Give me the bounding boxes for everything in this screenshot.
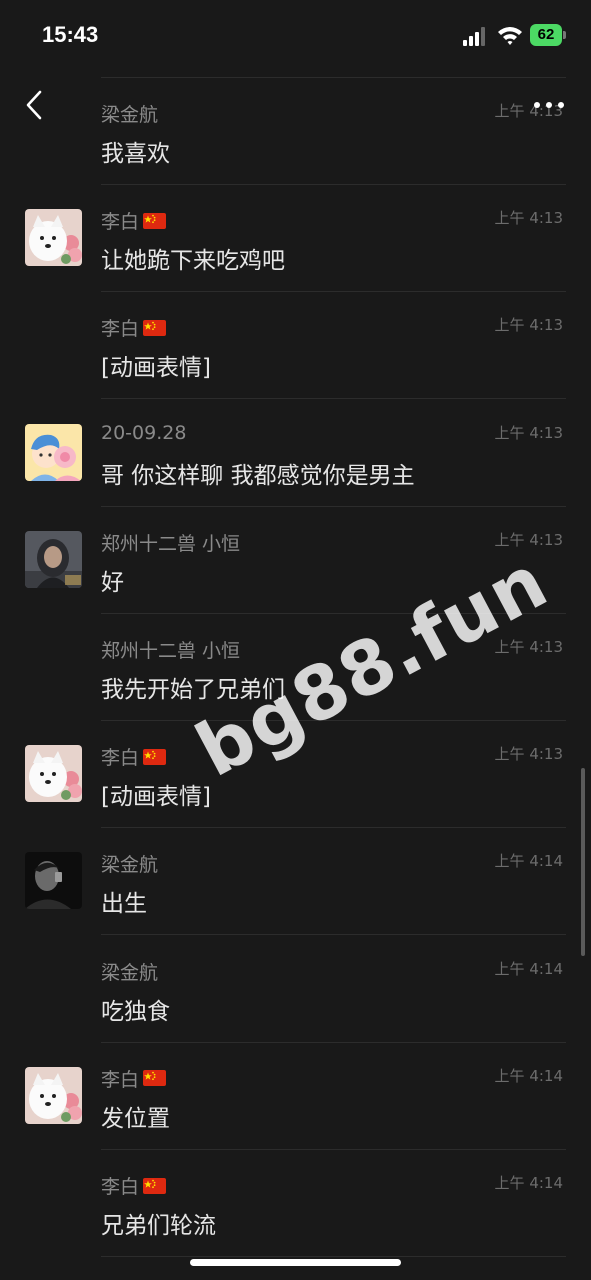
sender-label: 梁金航 <box>101 854 159 877</box>
sender-label: 李白 <box>101 747 140 770</box>
sender-label: 郑州十二兽 小恒 <box>101 640 241 662</box>
message-text[interactable]: 哥 你这样聊 我都感觉你是男主 <box>101 456 415 490</box>
message-text[interactable]: [动画表情] <box>101 348 211 382</box>
message-row[interactable]: 20-09.28 上午 4:13 哥 你这样聊 我都感觉你是男主 <box>0 400 591 507</box>
avatar[interactable] <box>25 530 82 588</box>
home-indicator[interactable] <box>190 1259 401 1266</box>
sender-label: 梁金航 <box>101 104 159 126</box>
message-text[interactable]: 好 <box>101 563 124 597</box>
china-flag-icon <box>143 1070 167 1087</box>
message-row[interactable]: 李白 上午 4:13 [动画表情] <box>0 292 591 400</box>
message-row[interactable]: 梁金航 上午 4:14 出生 <box>0 828 591 936</box>
china-flag-icon <box>143 212 167 229</box>
message-text[interactable]: 我喜欢 <box>101 134 170 168</box>
sender-label: 李白 <box>101 1176 140 1198</box>
sender-name: 梁金航 <box>101 850 158 877</box>
message-time: 上午 4:14 <box>494 959 563 978</box>
avatar[interactable] <box>25 745 82 803</box>
message-row[interactable]: 李白 上午 4:14 兄弟们轮流 <box>0 1150 591 1257</box>
message-time: 上午 4:13 <box>494 745 563 764</box>
sender-label: 李白 <box>101 318 140 341</box>
china-flag-icon <box>143 319 167 336</box>
message-text[interactable]: 兄弟们轮流 <box>101 1206 216 1240</box>
message-row[interactable]: 李白 上午 4:13 让她跪下来吃鸡吧 <box>0 185 591 293</box>
sender-name: 梁金航 <box>101 958 158 985</box>
avatar[interactable] <box>25 209 82 267</box>
message-text[interactable]: 让她跪下来吃鸡吧 <box>101 241 285 275</box>
china-flag-icon <box>143 1177 167 1194</box>
avatar[interactable] <box>25 423 82 481</box>
sender-name: 李白 <box>101 743 167 770</box>
message-time: 上午 4:13 <box>494 316 563 335</box>
message-text[interactable]: 吃独食 <box>101 992 170 1026</box>
china-flag-icon <box>143 748 167 765</box>
message-text[interactable]: 发位置 <box>101 1099 170 1133</box>
sender-name: 郑州十二兽 小恒 <box>101 529 240 556</box>
sender-label: 梁金航 <box>101 961 159 984</box>
message-row[interactable]: 梁金航 上午 4:14 吃独食 <box>0 936 591 1043</box>
message-time: 上午 4:14 <box>494 1066 563 1085</box>
sender-name: 李白 <box>101 207 167 234</box>
message-time: 上午 4:14 <box>494 1174 563 1192</box>
sender-name: 20-09.28 <box>101 422 186 444</box>
sender-name: 李白 <box>101 314 167 341</box>
divider <box>101 1256 566 1257</box>
scrollbar[interactable] <box>581 768 585 956</box>
message-text[interactable]: [动画表情] <box>101 777 211 811</box>
message-row[interactable]: 李白 上午 4:14 发位置 <box>0 1043 591 1150</box>
sender-label: 郑州十二兽 小恒 <box>101 532 241 555</box>
sender-name: 李白 <box>101 1172 167 1199</box>
avatar[interactable] <box>25 852 82 910</box>
avatar[interactable] <box>25 1066 82 1124</box>
message-time: 上午 4:13 <box>494 423 563 442</box>
sender-label: 李白 <box>101 1068 140 1091</box>
message-time: 上午 4:14 <box>494 852 563 871</box>
sender-label: 李白 <box>101 211 140 234</box>
message-text[interactable]: 出生 <box>101 884 147 918</box>
message-time: 上午 4:13 <box>494 209 563 228</box>
more-options-icon[interactable] <box>532 99 566 113</box>
sender-name: 郑州十二兽 小恒 <box>101 636 240 663</box>
back-chevron-icon[interactable] <box>22 88 50 122</box>
sender-name: 梁金航 <box>101 100 158 127</box>
message-row[interactable]: 梁金航 上午 4:13 我喜欢 <box>0 78 591 185</box>
sender-label: 20-09.28 <box>101 421 187 444</box>
sender-name: 李白 <box>101 1065 167 1092</box>
